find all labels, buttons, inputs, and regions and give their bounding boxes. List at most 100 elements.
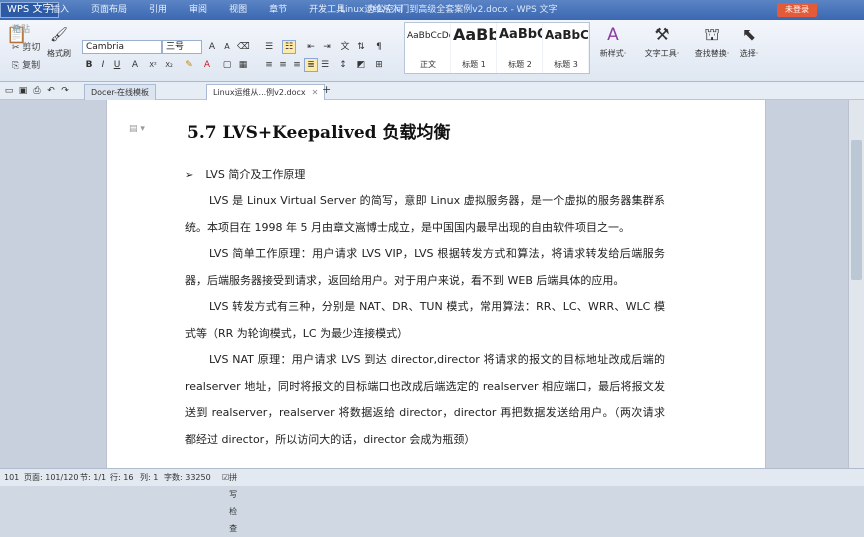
paste-label: 粘贴 xyxy=(12,25,31,35)
new-style-icon: A xyxy=(607,25,619,45)
title-bar: WPS 文字 插入 页面布局 引用 审阅 视图 章节 开发工具 办公空间 Lin… xyxy=(0,0,864,20)
bullet-item: ➢ LVS 简介及工作原理 xyxy=(185,166,305,182)
brush-icon: 🖌 xyxy=(50,27,68,43)
status-words: 字数: 33250 xyxy=(164,473,211,482)
numbered-list-icon[interactable]: ☷ xyxy=(282,40,296,54)
find-replace-label: 查找替换· xyxy=(694,49,730,58)
document-page[interactable]: ▤ ▾ 5.7 LVS+Keepalived 负载均衡 ➢ LVS 简介及工作原理… xyxy=(106,100,766,468)
cut-button[interactable]: ✂ 剪切 xyxy=(12,42,40,54)
find-replace-button[interactable]: ⛫ 查找替换· xyxy=(690,22,734,74)
shading-icon[interactable]: ◩ xyxy=(354,58,368,72)
vertical-scrollbar[interactable] xyxy=(848,100,864,468)
style-heading-3[interactable]: AaBbC 标题 3 xyxy=(543,23,589,73)
binoculars-icon: ⛫ xyxy=(704,25,720,45)
login-button[interactable]: 未登录 xyxy=(777,3,817,17)
align-left-icon[interactable]: ≡ xyxy=(262,58,276,72)
format-painter-label: 格式刷 xyxy=(47,49,71,58)
status-section: 节: 1/1 xyxy=(80,473,107,482)
style-normal-preview: AaBbCcDd xyxy=(407,31,450,41)
print-icon[interactable]: ⎙ xyxy=(30,84,44,98)
style-normal[interactable]: AaBbCcDd 正文 xyxy=(405,23,451,73)
bullet-text: LVS 简介及工作原理 xyxy=(205,168,306,181)
justify-icon[interactable]: ≣ xyxy=(304,58,318,72)
style-heading-2[interactable]: AaBbC 标题 2 xyxy=(497,23,543,73)
status-row: 行: 16 xyxy=(110,473,134,482)
align-center-icon[interactable]: ≡ xyxy=(276,58,290,72)
spell-check-label: 拼写检查 xyxy=(229,473,238,533)
grow-font-icon[interactable]: A xyxy=(205,40,219,54)
char-shading-icon[interactable]: ▦ xyxy=(236,58,250,72)
clear-format-icon[interactable]: ⌫ xyxy=(236,40,250,54)
strikethrough-icon[interactable]: A xyxy=(128,58,142,72)
border-icon[interactable]: ⊞ xyxy=(372,58,386,72)
style-gallery: AaBbCcDd 正文 AaBb 标题 1 AaBbC 标题 2 AaBbC 标… xyxy=(404,22,590,74)
select-label: 选择· xyxy=(739,49,759,58)
italic-icon[interactable]: I xyxy=(96,58,110,72)
cut-label: 剪切 xyxy=(22,43,41,53)
text-tools-button[interactable]: ⚒ 文字工具· xyxy=(638,22,686,74)
style-heading-1[interactable]: AaBb 标题 1 xyxy=(451,23,497,73)
distribute-icon[interactable]: ☰ xyxy=(318,58,332,72)
tab-docer-label: Docer-在线模板 xyxy=(91,88,150,97)
new-doc-icon[interactable]: ▭ xyxy=(2,84,16,98)
tab-document[interactable]: Linux运维从...例v2.docx ✕ xyxy=(206,84,326,100)
style-heading-2-label: 标题 2 xyxy=(508,60,532,69)
subscript-icon[interactable]: X₂ xyxy=(162,58,176,72)
status-pages: 页面: 101/120 xyxy=(24,473,79,482)
show-marks-icon[interactable]: ¶ xyxy=(372,40,386,54)
menu-page-layout[interactable]: 页面布局 xyxy=(80,0,138,20)
page-marker-icon: ▤ ▾ xyxy=(129,124,145,134)
align-right-icon[interactable]: ≡ xyxy=(290,58,304,72)
shrink-font-icon[interactable]: A xyxy=(220,40,234,54)
scrollbar-thumb[interactable] xyxy=(851,140,862,280)
increase-indent-icon[interactable]: ⇥ xyxy=(320,40,334,54)
paragraph-nat: LVS NAT 原理：用户请求 LVS 到达 director,director… xyxy=(185,353,665,446)
style-heading-3-label: 标题 3 xyxy=(554,60,578,69)
bold-icon[interactable]: B xyxy=(82,58,96,72)
undo-icon[interactable]: ↶ xyxy=(44,84,58,98)
highlight-icon[interactable]: ✎ xyxy=(182,58,196,72)
sort-icon[interactable]: ⇅ xyxy=(354,40,368,54)
menu-references[interactable]: 引用 xyxy=(138,0,178,20)
tab-docer[interactable]: Docer-在线模板 xyxy=(84,84,157,100)
paragraph-principle: LVS 简单工作原理：用户请求 LVS VIP，LVS 根据转发方式和算法，将请… xyxy=(185,247,665,287)
ribbon-toolbar: 📋 ✂ 剪切 粘贴 ⎘ 复制 🖌 格式刷 Cambria 三号 A A ⌫ B … xyxy=(0,20,864,82)
document-title: Linux运维从入门到高级全套案例v2.docx - WPS 文字 xyxy=(340,5,558,15)
style-heading-1-label: 标题 1 xyxy=(462,60,486,69)
section-heading: 5.7 LVS+Keepalived 负载均衡 xyxy=(187,123,451,143)
paragraph-modes: LVS 转发方式有三种，分别是 NAT、DR、TUN 模式，常用算法：RR、LC… xyxy=(185,300,665,340)
new-tab-icon[interactable]: + xyxy=(322,84,331,96)
superscript-icon[interactable]: X² xyxy=(146,58,160,72)
bullet-list-icon[interactable]: ☰ xyxy=(262,40,276,54)
save-icon[interactable]: ▣ xyxy=(16,84,30,98)
select-button[interactable]: ⬉ 选择· xyxy=(736,22,762,74)
spell-check-button[interactable]: ☑ 拼写检查 xyxy=(222,469,237,533)
font-name-select[interactable]: Cambria xyxy=(82,40,162,54)
text-tools-label: 文字工具· xyxy=(644,49,680,58)
underline-icon[interactable]: U xyxy=(110,58,124,72)
menu-chapter[interactable]: 章节 xyxy=(258,0,298,20)
menu-insert[interactable]: 插入 xyxy=(40,0,80,20)
paragraph-intro: LVS 是 Linux Virtual Server 的简写，意即 Linux … xyxy=(185,194,665,234)
bullet-arrow-icon: ➢ xyxy=(185,170,194,181)
close-icon[interactable]: ✕ xyxy=(312,88,319,97)
text-tools-icon: ⚒ xyxy=(654,25,670,45)
chinese-layout-icon[interactable]: 文 xyxy=(338,40,352,54)
new-style-button[interactable]: A 新样式· xyxy=(592,22,634,74)
font-color-icon[interactable]: A xyxy=(200,58,214,72)
copy-button[interactable]: ⎘ 复制 xyxy=(12,60,40,72)
menu-view[interactable]: 视图 xyxy=(218,0,258,20)
status-col: 列: 1 xyxy=(140,473,159,482)
style-heading-1-preview: AaBb xyxy=(453,25,496,44)
redo-icon[interactable]: ↷ xyxy=(58,84,72,98)
font-size-select[interactable]: 三号 xyxy=(162,40,202,54)
line-spacing-icon[interactable]: ↕ xyxy=(336,58,350,72)
style-heading-2-preview: AaBbC xyxy=(499,27,542,42)
style-heading-3-preview: AaBbC xyxy=(545,28,588,42)
format-painter-button[interactable]: 🖌 格式刷 xyxy=(44,22,74,74)
status-page-number: 101 xyxy=(4,473,20,482)
decrease-indent-icon[interactable]: ⇤ xyxy=(304,40,318,54)
quick-access-bar: ▭ ▣ ⎙ ↶ ↷ Docer-在线模板 Linux运维从...例v2.docx… xyxy=(0,82,864,100)
char-border-icon[interactable]: ▢ xyxy=(220,58,234,72)
menu-review[interactable]: 审阅 xyxy=(178,0,218,20)
